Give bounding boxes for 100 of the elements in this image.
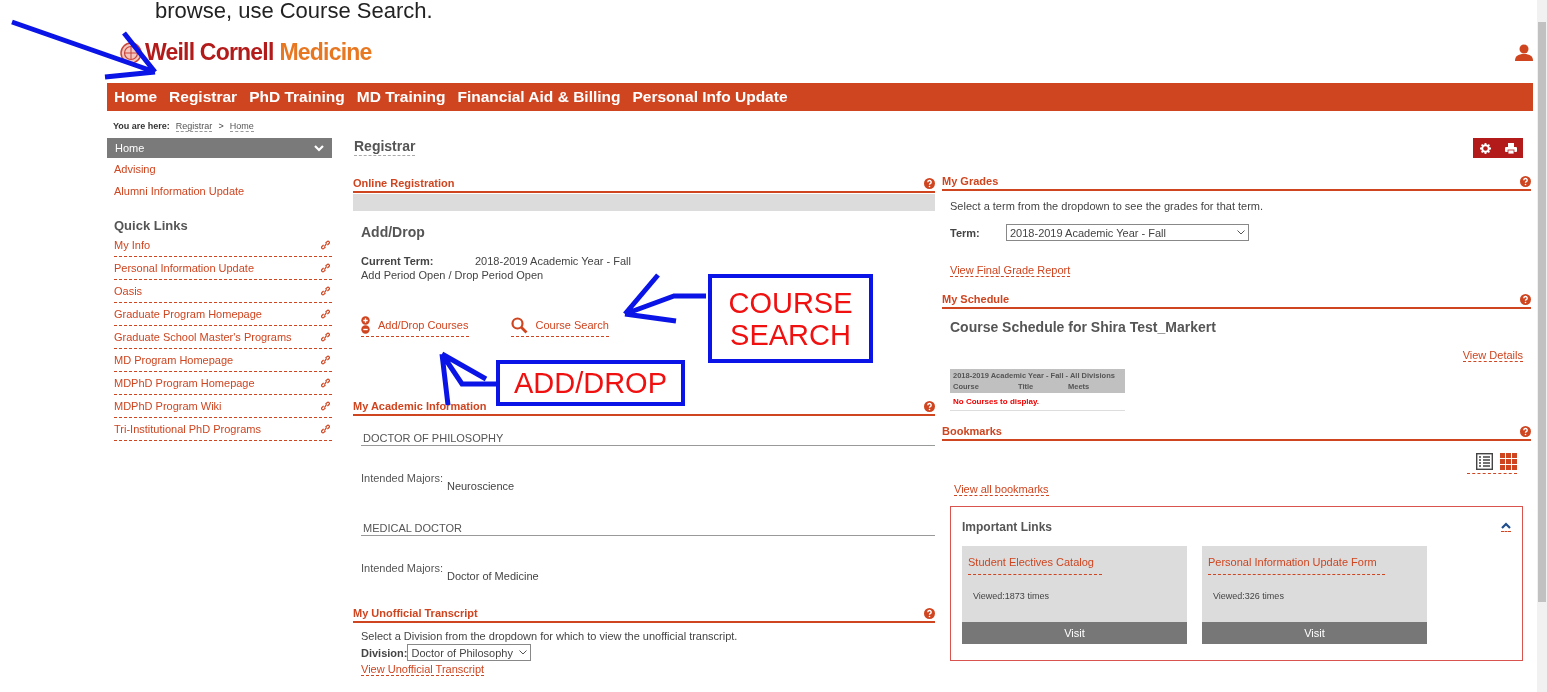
field-label: Term: (950, 226, 981, 239)
chevron-down-icon (1237, 230, 1245, 235)
quick-link-label: Graduate Program Homepage (114, 308, 262, 320)
grade-report-link[interactable]: View Final Grade Report (950, 264, 1071, 277)
nav-link[interactable]: PhD Training (249, 88, 345, 106)
division-dropdown[interactable]: Doctor of Philosophy (407, 644, 531, 661)
link-icon (321, 378, 330, 388)
page-title: Registrar (354, 138, 416, 156)
quick-link[interactable]: My Info (114, 234, 332, 257)
nav-link[interactable]: MD Training (356, 88, 446, 106)
caret-up-icon (1501, 522, 1511, 529)
subsection-title: Add/Drop (361, 224, 426, 240)
quick-link-label: Personal Information Update (114, 262, 255, 274)
callout-label: COURSE SEARCH (708, 274, 873, 363)
program-name: MEDICAL DOCTOR (361, 522, 935, 536)
link-icon (321, 332, 330, 342)
field-value: Doctor of Medicine (446, 570, 539, 584)
section-title: My Academic Information (353, 400, 487, 412)
quick-link[interactable]: MDPhD Program Homepage (114, 372, 332, 395)
print-icon (1504, 142, 1517, 154)
nav-link[interactable]: Registrar (169, 88, 238, 106)
nav-link[interactable]: Home (114, 88, 158, 106)
slide-text: browse, use Course Search. (155, 0, 433, 22)
quick-link[interactable]: Oasis (114, 280, 332, 303)
quick-link-label: MD Program Homepage (114, 354, 234, 366)
breadcrumb-separator: > (218, 121, 224, 131)
help-icon[interactable] (924, 177, 935, 189)
help-icon[interactable] (1520, 293, 1531, 305)
nav-link[interactable]: Personal Info Update (632, 88, 788, 106)
quick-link[interactable]: MDPhD Program Wiki (114, 395, 332, 418)
quick-link[interactable]: Personal Information Update (114, 257, 332, 280)
quick-link-label: Graduate School Master's Programs (114, 331, 292, 343)
link-icon (321, 355, 330, 365)
quick-link[interactable]: Tri-Institutional PhD Programs (114, 418, 332, 441)
quick-link[interactable]: MD Program Homepage (114, 349, 332, 372)
nav-link[interactable]: Financial Aid & Billing (457, 88, 621, 106)
all-bookmarks-link[interactable]: View all bookmarks (954, 483, 1049, 496)
link-icon (321, 240, 330, 250)
link-icon (321, 424, 330, 434)
panel-title: Important Links (962, 520, 1052, 534)
field-label: Intended Majors: (361, 562, 443, 576)
section-title: My Unofficial Transcript (353, 607, 478, 619)
action-link[interactable]: Add/Drop Courses (361, 316, 469, 337)
collapse-button[interactable] (1501, 522, 1511, 532)
status-text: Add Period Open / Drop Period Open (361, 269, 545, 281)
field-label: Intended Majors: (361, 472, 443, 486)
scrollbar[interactable] (1537, 0, 1547, 692)
chevron-down-icon (518, 650, 527, 655)
section-title: My Grades (942, 175, 999, 187)
breadcrumb-link[interactable]: Registrar (175, 120, 213, 132)
sidebar-link[interactable]: Alumni Information Update (107, 180, 332, 202)
link-icon (321, 263, 330, 273)
help-icon[interactable] (924, 607, 935, 619)
link-icon (321, 286, 330, 296)
sidebar-link[interactable]: Advising (107, 158, 332, 180)
help-icon[interactable] (924, 400, 935, 412)
action-link[interactable]: Course Search (510, 316, 609, 337)
schedule-title: Course Schedule for Shira Test_Markert (950, 319, 1217, 335)
breadcrumb-label: You are here: (113, 121, 170, 131)
field-label: Current Term: (361, 255, 435, 267)
visit-button[interactable]: Visit (1202, 622, 1427, 644)
help-icon[interactable] (1520, 175, 1531, 187)
view-count: Viewed:1873 times (973, 591, 1050, 601)
grid-view-icon[interactable] (1500, 453, 1517, 470)
empty-message: No Courses to display. (952, 396, 1041, 408)
field-value: Neuroscience (446, 480, 515, 494)
breadcrumb-link[interactable]: Home (229, 120, 254, 132)
view-count: Viewed:326 times (1213, 591, 1285, 601)
logo-wordmark[interactable]: Weill Cornell Medicine (145, 39, 372, 66)
instruction-text: Select a Division from the dropdown for which to view the unofficial transcript. (361, 630, 739, 642)
quick-link-label: MDPhD Program Wiki (114, 400, 222, 412)
quick-link-label: My Info (114, 239, 151, 251)
chevron-down-icon (314, 144, 324, 152)
user-icon[interactable] (1515, 44, 1533, 61)
search-icon (510, 316, 528, 334)
view-details-link[interactable]: View Details (1462, 349, 1523, 362)
link-icon (321, 401, 330, 411)
card-link[interactable]: Personal Information Update Form (1208, 556, 1385, 575)
field-value: 2018-2019 Academic Year - Fall (475, 255, 631, 267)
quick-link-label: Oasis (114, 285, 143, 297)
menu-title: Home (115, 142, 145, 154)
quick-links-title: Quick Links (114, 218, 189, 233)
transcript-link[interactable]: View Unofficial Transcript (361, 663, 485, 676)
quick-link[interactable]: Graduate Program Homepage (114, 303, 332, 326)
callout-label: ADD/DROP (496, 360, 685, 406)
section-title: Bookmarks (942, 425, 1002, 437)
quick-link[interactable]: Graduate School Master's Programs (114, 326, 332, 349)
link-icon (321, 309, 330, 319)
sidebar-menu-header[interactable]: Home (107, 138, 332, 158)
quick-link-label: Tri-Institutional PhD Programs (114, 423, 261, 435)
card-link[interactable]: Student Electives Catalog (968, 556, 1102, 575)
help-icon[interactable] (1520, 425, 1531, 437)
program-name: DOCTOR OF PHILOSOPHY (361, 432, 935, 446)
visit-button[interactable]: Visit (962, 622, 1187, 644)
term-dropdown[interactable]: 2018-2019 Academic Year - Fall (1006, 224, 1249, 241)
section-title: My Schedule (942, 293, 1010, 305)
quick-link-label: MDPhD Program Homepage (114, 377, 255, 389)
list-view-icon[interactable] (1476, 453, 1493, 470)
field-label: Division: (361, 646, 408, 659)
instruction-text: Select a term from the dropdown to see the grades for that term. (950, 200, 1265, 212)
